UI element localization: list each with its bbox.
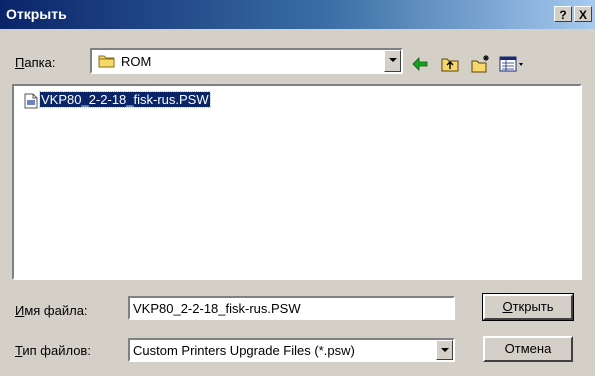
filetype-value: Custom Printers Upgrade Files (*.psw) (133, 343, 355, 358)
file-list[interactable]: VKP80_2-2-18_fisk-rus.PSW (12, 84, 582, 280)
new-folder-icon[interactable] (470, 54, 490, 74)
filetype-label: Тип файлов: (15, 343, 91, 358)
chevron-down-icon[interactable] (436, 340, 453, 360)
cancel-button[interactable]: Отмена (483, 336, 573, 362)
file-icon (24, 93, 38, 109)
lookin-dropdown[interactable]: ROM (90, 48, 403, 74)
lookin-label: Папка: (15, 55, 56, 70)
back-arrow-icon[interactable] (410, 54, 430, 74)
file-name: VKP80_2-2-18_fisk-rus.PSW (39, 91, 211, 108)
lookin-value: ROM (121, 54, 152, 69)
chevron-down-icon[interactable] (384, 50, 401, 72)
open-button[interactable]: Открыть (482, 293, 574, 321)
window-title: Открыть (6, 6, 67, 22)
close-button[interactable]: X (574, 6, 592, 22)
view-menu-icon[interactable] (498, 54, 526, 74)
up-folder-icon[interactable] (440, 54, 460, 74)
filename-input[interactable]: VKP80_2-2-18_fisk-rus.PSW (128, 296, 455, 320)
title-bar: Открыть ? X (0, 0, 595, 29)
filename-value: VKP80_2-2-18_fisk-rus.PSW (133, 301, 301, 316)
filename-label: Имя файла: (15, 303, 88, 318)
help-button[interactable]: ? (554, 6, 572, 22)
folder-icon (98, 55, 115, 68)
filetype-dropdown[interactable]: Custom Printers Upgrade Files (*.psw) (128, 338, 455, 362)
